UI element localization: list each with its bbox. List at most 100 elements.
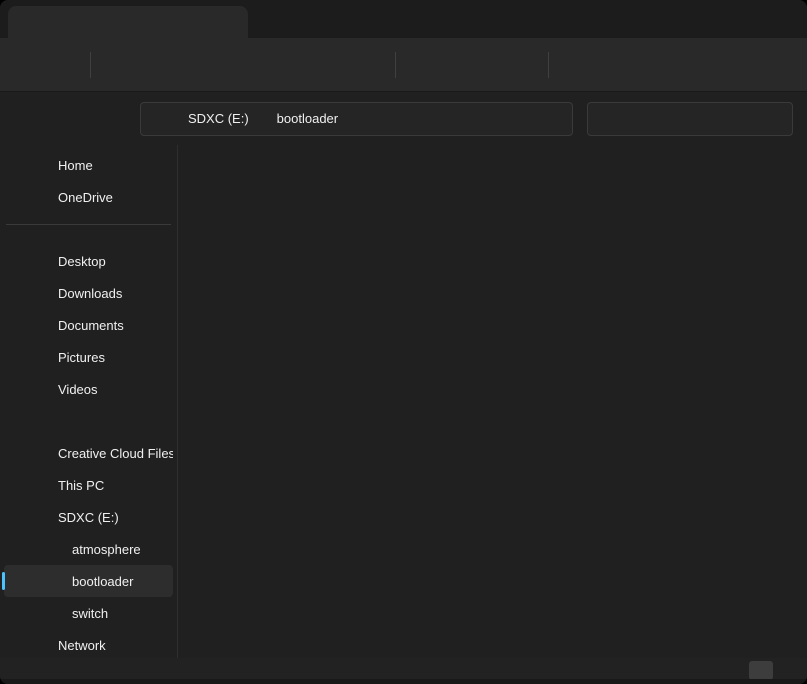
view-button[interactable] bbox=[474, 47, 540, 83]
address-dropdown-button[interactable] bbox=[514, 106, 540, 132]
share-button[interactable] bbox=[291, 47, 331, 83]
details-view-button[interactable] bbox=[749, 661, 773, 680]
cut-icon bbox=[109, 55, 129, 75]
chevron-placeholder bbox=[6, 159, 22, 171]
close-window-button[interactable] bbox=[761, 0, 807, 38]
sort-button[interactable] bbox=[406, 47, 472, 83]
chevron-placeholder bbox=[6, 319, 22, 331]
sidebar-item-label: OneDrive bbox=[58, 190, 173, 205]
minimize-icon bbox=[682, 9, 702, 29]
back-button[interactable] bbox=[10, 104, 38, 134]
chevron-right-icon[interactable] bbox=[6, 447, 22, 459]
maximize-button[interactable] bbox=[715, 0, 761, 38]
search-input[interactable] bbox=[607, 111, 783, 126]
pin-icon bbox=[151, 253, 167, 269]
sidebar-item-this-pc[interactable]: This PC bbox=[4, 469, 173, 501]
sidebar-item-switch[interactable]: switch bbox=[4, 597, 173, 629]
chevron-right-icon[interactable] bbox=[6, 479, 22, 491]
tab-close-button[interactable] bbox=[218, 11, 240, 33]
copy-button[interactable] bbox=[147, 47, 187, 83]
breadcrumb: SDXC (E:) bootloader bbox=[151, 106, 359, 132]
refresh-icon bbox=[547, 111, 563, 127]
breadcrumb-chevron-icon bbox=[256, 112, 270, 126]
titlebar bbox=[0, 0, 807, 38]
cut-button[interactable] bbox=[99, 47, 139, 83]
sidebar-item-home[interactable]: Home bbox=[4, 149, 173, 181]
window-body: Home OneDrive Desktop Downloads DocumentsPic… bbox=[0, 145, 807, 658]
sidebar-item-label: SDXC (E:) bbox=[58, 510, 173, 525]
sidebar-item-onedrive[interactable]: OneDrive bbox=[4, 181, 173, 213]
sidebar-item-bootloader[interactable]: bootloader bbox=[4, 565, 173, 597]
address-bar[interactable]: SDXC (E:) bootloader bbox=[140, 102, 573, 136]
pin-icon bbox=[151, 381, 167, 397]
folder-icon bbox=[42, 539, 62, 559]
home-icon bbox=[28, 155, 48, 175]
drive-icon bbox=[28, 507, 48, 527]
trash-icon bbox=[349, 55, 369, 75]
chevron-right-icon[interactable] bbox=[6, 191, 22, 203]
chevron-right-icon[interactable] bbox=[6, 639, 22, 651]
sidebar-item-sdxc-drive[interactable]: SDXC (E:) bbox=[4, 501, 173, 533]
new-tab-button[interactable] bbox=[262, 13, 286, 37]
refresh-button[interactable] bbox=[542, 106, 568, 132]
recent-locations-button[interactable] bbox=[72, 104, 100, 134]
toolbar-divider bbox=[395, 52, 396, 78]
folder-icon bbox=[20, 14, 36, 30]
chevron-down-icon bbox=[58, 59, 70, 71]
sidebar-item-label: Downloads bbox=[58, 286, 151, 301]
rename-button[interactable] bbox=[243, 47, 283, 83]
sidebar-divider bbox=[6, 224, 171, 225]
desktop-icon bbox=[28, 251, 48, 271]
sidebar-item-label: Network bbox=[58, 638, 173, 653]
folder-icon bbox=[151, 111, 167, 127]
more-icon bbox=[565, 55, 585, 75]
sidebar-item-atmosphere[interactable]: atmosphere bbox=[4, 533, 173, 565]
breadcrumb-item-0[interactable]: SDXC (E:) bbox=[181, 106, 256, 132]
chevron-right-icon[interactable] bbox=[20, 607, 36, 619]
creative-cloud-icon bbox=[28, 443, 48, 463]
onedrive-icon bbox=[28, 187, 48, 207]
sidebar-item-creative-cloud-files[interactable]: Creative Cloud Files bbox=[4, 437, 173, 469]
search-box[interactable] bbox=[587, 102, 793, 136]
chevron-right-icon[interactable] bbox=[20, 543, 36, 555]
breadcrumb-item-1[interactable]: bootloader bbox=[270, 106, 345, 132]
toolbar-divider bbox=[90, 52, 91, 78]
close-icon bbox=[774, 9, 794, 29]
chevron-down-icon[interactable] bbox=[6, 511, 22, 523]
back-icon bbox=[14, 109, 34, 129]
up-button[interactable] bbox=[103, 104, 131, 134]
rename-icon bbox=[253, 55, 273, 75]
sidebar-item-documents[interactable]: Documents bbox=[4, 309, 173, 341]
sidebar-item-videos[interactable]: Videos bbox=[4, 373, 173, 405]
sidebar-item-downloads[interactable]: Downloads bbox=[4, 277, 173, 309]
paste-button[interactable] bbox=[195, 47, 235, 83]
column-headers bbox=[178, 149, 807, 181]
sidebar-item-label: Creative Cloud Files bbox=[58, 446, 173, 461]
network-icon bbox=[28, 635, 48, 655]
address-row: SDXC (E:) bootloader bbox=[0, 92, 807, 145]
more-options-button[interactable] bbox=[559, 47, 591, 83]
sidebar-item-pictures[interactable]: Pictures bbox=[4, 341, 173, 373]
sidebar-item-network[interactable]: Network bbox=[4, 629, 173, 658]
chevron-right-icon[interactable] bbox=[20, 575, 36, 587]
sidebar-item-desktop[interactable]: Desktop bbox=[4, 245, 173, 277]
forward-icon bbox=[45, 109, 65, 129]
delete-button[interactable] bbox=[339, 47, 379, 83]
minimize-button[interactable] bbox=[669, 0, 715, 38]
window-controls bbox=[669, 0, 807, 38]
chevron-placeholder bbox=[6, 351, 22, 363]
file-area bbox=[178, 145, 807, 658]
tab-bootloader[interactable] bbox=[8, 6, 248, 38]
forward-button[interactable] bbox=[41, 104, 69, 134]
sidebar-item-label: Videos bbox=[58, 382, 151, 397]
thumbnails-view-button[interactable] bbox=[775, 661, 799, 680]
command-toolbar bbox=[0, 38, 807, 92]
chevron-placeholder bbox=[6, 383, 22, 395]
chevron-down-icon bbox=[518, 59, 530, 71]
new-plus-icon bbox=[24, 56, 42, 74]
sort-icon bbox=[416, 55, 436, 75]
window-bottom-edge bbox=[0, 679, 807, 684]
new-button[interactable] bbox=[16, 47, 82, 83]
share-icon bbox=[301, 55, 321, 75]
chevron-down-icon bbox=[450, 59, 462, 71]
